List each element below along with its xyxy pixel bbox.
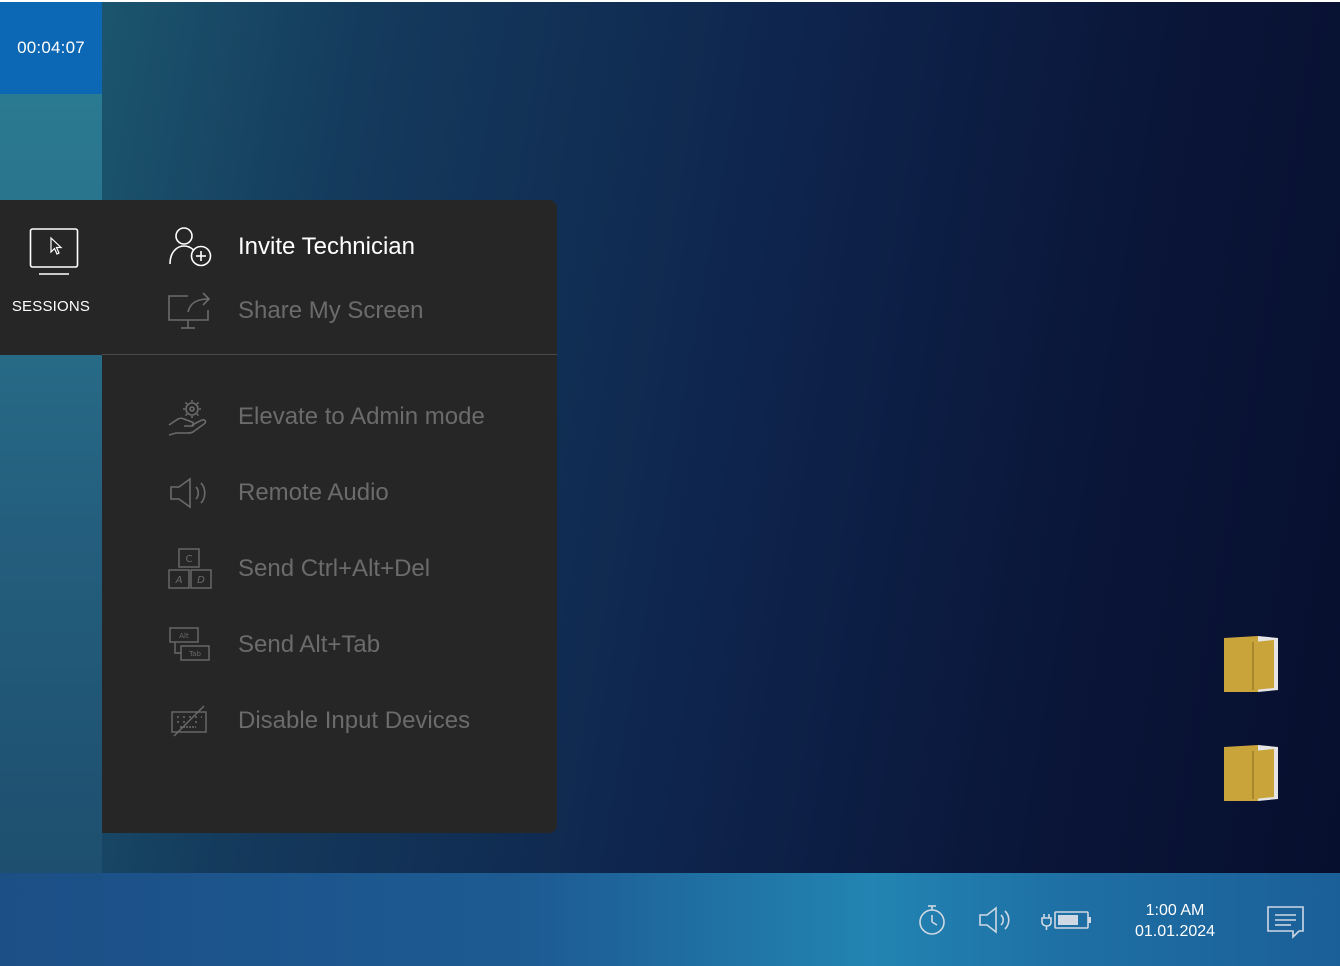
menu-item-remote-audio[interactable]: Remote Audio [102,465,557,521]
svg-text:C: C [186,554,193,565]
menu-item-label: Remote Audio [238,479,389,506]
stopwatch-icon[interactable] [915,903,949,942]
menu-item-invite-technician[interactable]: Invite Technician [102,219,557,275]
taskbar-clock[interactable]: 1:00 AM 01.01.2024 [1120,900,1230,942]
svg-text:Alt: Alt [179,632,189,640]
svg-text:D: D [197,575,205,586]
volume-icon[interactable] [977,903,1015,942]
desktop-folder-2[interactable] [1222,743,1280,803]
hand-gear-icon [166,393,214,441]
menu-item-label: Share My Screen [238,297,424,324]
sessions-tab-label: SESSIONS [11,298,91,315]
menu-item-disable-input[interactable]: Disable Input Devices [102,693,557,749]
screen-share-icon [166,287,214,335]
speaker-icon [166,469,214,517]
menu-item-label: Disable Input Devices [238,707,471,734]
menu-item-label: Invite Technician [238,233,415,260]
menu-item-elevate-admin[interactable]: Elevate to Admin mode [102,389,557,445]
sessions-tab[interactable]: SESSIONS [0,200,102,355]
keys-alt-tab-icon: Alt Tab [166,621,214,669]
menu-item-send-alt-tab[interactable]: Alt Tab Send Alt+Tab [102,617,557,673]
battery-charging-icon[interactable] [1040,903,1094,942]
clock-date: 01.01.2024 [1134,923,1216,940]
monitor-cursor-icon [29,227,79,282]
svg-text:A: A [175,575,183,586]
taskbar: 1:00 AM 01.01.2024 [0,873,1340,966]
desktop-folder-1[interactable] [1222,634,1280,694]
menu-item-label: Elevate to Admin mode [238,403,485,430]
menu-item-share-my-screen[interactable]: Share My Screen [102,283,557,339]
clock-time: 1:00 AM [1145,902,1205,919]
folder-icon [1224,636,1278,692]
notifications-icon[interactable] [1265,904,1307,945]
keys-cad-icon: C A D [166,545,214,593]
menu-item-send-ctrl-alt-del[interactable]: C A D Send Ctrl+Alt+Del [102,541,557,597]
menu-item-label: Send Ctrl+Alt+Del [238,555,431,582]
session-timer: 00:04:07 [0,2,102,94]
toolbar-strip [0,2,102,873]
svg-text:Tab: Tab [188,650,201,658]
menu-divider [102,354,557,355]
folder-icon [1224,745,1278,801]
menu-item-label: Send Alt+Tab [238,631,381,658]
keyboard-disabled-icon [166,697,214,745]
session-timer-text: 00:04:07 [17,38,85,57]
user-add-icon [166,223,214,271]
